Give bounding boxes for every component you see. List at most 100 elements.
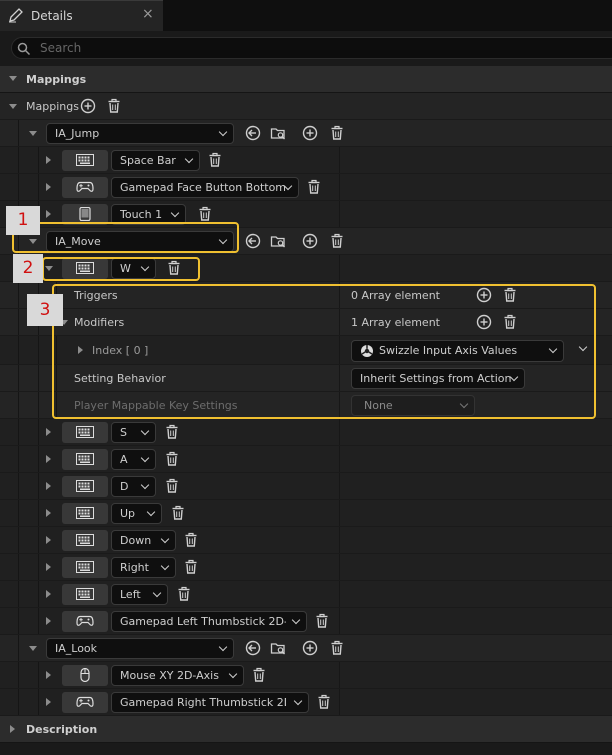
dropdown-value: IA_Look	[55, 642, 98, 655]
key-selector-button[interactable]	[62, 530, 108, 551]
key-selector-button[interactable]	[62, 449, 108, 470]
gamepad-icon	[76, 615, 94, 626]
chevron-down-icon	[152, 588, 162, 598]
category-label: Mappings	[26, 73, 87, 86]
key-dropdown-d[interactable]: D	[111, 476, 156, 497]
expand-arrow-icon[interactable]	[46, 428, 51, 436]
key-dropdown-space[interactable]: Space Bar	[111, 150, 200, 171]
highlight-box-3	[52, 284, 596, 419]
key-row-d: D	[0, 473, 612, 500]
trash-icon[interactable]	[207, 152, 223, 168]
key-row-up: Up	[0, 500, 612, 527]
expand-arrow-icon[interactable]	[29, 646, 37, 651]
trash-icon[interactable]	[329, 233, 345, 249]
expand-arrow-icon[interactable]	[29, 131, 37, 136]
trash-icon[interactable]	[164, 478, 180, 494]
trash-icon[interactable]	[183, 532, 199, 548]
trash-icon[interactable]	[176, 586, 192, 602]
key-selector-button[interactable]	[62, 611, 108, 632]
expand-arrow-icon[interactable]	[46, 509, 51, 517]
expand-arrow-icon[interactable]	[46, 590, 51, 598]
details-tab[interactable]: Details ×	[0, 0, 163, 31]
expand-arrow-icon[interactable]	[46, 563, 51, 571]
key-selector-button[interactable]	[62, 557, 108, 578]
expand-arrow-icon[interactable]	[46, 617, 51, 625]
keyboard-icon	[76, 480, 94, 492]
use-selected-icon[interactable]	[245, 125, 261, 141]
key-dropdown-a[interactable]: A	[111, 449, 156, 470]
key-selector-button[interactable]	[62, 665, 108, 686]
expand-arrow-icon[interactable]	[46, 183, 51, 191]
expand-arrow-icon[interactable]	[9, 104, 17, 109]
expand-arrow-icon[interactable]	[46, 156, 51, 164]
trash-icon[interactable]	[106, 98, 122, 114]
trash-icon[interactable]	[329, 640, 345, 656]
keyboard-icon	[76, 453, 94, 465]
collapse-arrow-icon[interactable]	[9, 76, 17, 81]
key-dropdown-up[interactable]: Up	[111, 503, 162, 524]
dropdown-value: Gamepad Left Thumbstick 2D-Axis	[120, 615, 286, 628]
search-box[interactable]: Search	[11, 37, 612, 59]
keyboard-icon	[76, 426, 94, 438]
use-selected-icon[interactable]	[245, 640, 261, 656]
expand-arrow-icon[interactable]	[10, 725, 15, 733]
key-selector-button[interactable]	[62, 692, 108, 713]
expand-arrow-icon[interactable]	[46, 455, 51, 463]
key-dropdown-gp-right-thumb[interactable]: Gamepad Right Thumbstick 2D-Axis	[111, 692, 309, 713]
category-description[interactable]: Description	[0, 716, 612, 743]
action-row-jump: IA_Jump	[0, 120, 612, 147]
close-tab-icon[interactable]: ×	[142, 6, 154, 22]
trash-icon[interactable]	[251, 667, 267, 683]
trash-icon[interactable]	[306, 179, 322, 195]
mouse-icon	[80, 668, 90, 682]
add-icon[interactable]	[80, 98, 96, 114]
key-selector-button[interactable]	[62, 584, 108, 605]
dropdown-value: A	[120, 453, 128, 466]
key-selector-button[interactable]	[62, 422, 108, 443]
key-row-gp-face: Gamepad Face Button Bottom	[0, 174, 612, 201]
trash-icon[interactable]	[183, 559, 199, 575]
add-icon[interactable]	[302, 125, 318, 141]
browse-icon[interactable]	[270, 125, 286, 141]
trash-icon[interactable]	[197, 206, 213, 222]
key-dropdown-s[interactable]: S	[111, 422, 156, 443]
use-selected-icon[interactable]	[245, 233, 261, 249]
expand-arrow-icon[interactable]	[46, 671, 51, 679]
expand-arrow-icon[interactable]	[46, 536, 51, 544]
pencil-icon	[9, 8, 23, 23]
category-mappings[interactable]: Mappings	[0, 66, 612, 93]
key-dropdown-mouse-xy[interactable]: Mouse XY 2D-Axis	[111, 665, 244, 686]
highlight-box-2	[42, 257, 200, 281]
chevron-down-icon	[218, 642, 228, 652]
action-dropdown-jump[interactable]: IA_Jump	[46, 123, 234, 144]
key-selector-button[interactable]	[62, 177, 108, 198]
action-dropdown-look[interactable]: IA_Look	[46, 638, 234, 659]
search-input[interactable]: Search	[40, 41, 81, 55]
trash-icon[interactable]	[316, 694, 332, 710]
trash-icon[interactable]	[164, 424, 180, 440]
add-icon[interactable]	[302, 233, 318, 249]
trash-icon[interactable]	[314, 613, 330, 629]
trash-icon[interactable]	[164, 451, 180, 467]
key-selector-button[interactable]	[62, 476, 108, 497]
action-row-look: IA_Look	[0, 635, 612, 662]
expand-arrow-icon[interactable]	[46, 210, 51, 218]
key-dropdown-left[interactable]: Left	[111, 584, 168, 605]
trash-icon[interactable]	[329, 125, 345, 141]
chevron-down-icon	[218, 127, 228, 137]
key-dropdown-right[interactable]: Right	[111, 557, 176, 578]
key-dropdown-gp-left-thumb[interactable]: Gamepad Left Thumbstick 2D-Axis	[111, 611, 307, 632]
annotation-badge-1: 1	[6, 206, 40, 235]
key-selector-button[interactable]	[62, 503, 108, 524]
expand-arrow-icon[interactable]	[46, 482, 51, 490]
trash-icon[interactable]	[170, 505, 186, 521]
expand-arrow-icon[interactable]	[46, 698, 51, 706]
browse-icon[interactable]	[270, 640, 286, 656]
key-selector-button[interactable]	[62, 150, 108, 171]
key-dropdown-down[interactable]: Down	[111, 530, 176, 551]
add-icon[interactable]	[302, 640, 318, 656]
key-dropdown-gp-face[interactable]: Gamepad Face Button Bottom	[111, 177, 299, 198]
tab-bar-empty	[163, 0, 612, 31]
browse-icon[interactable]	[270, 233, 286, 249]
chevron-down-icon	[140, 426, 150, 436]
